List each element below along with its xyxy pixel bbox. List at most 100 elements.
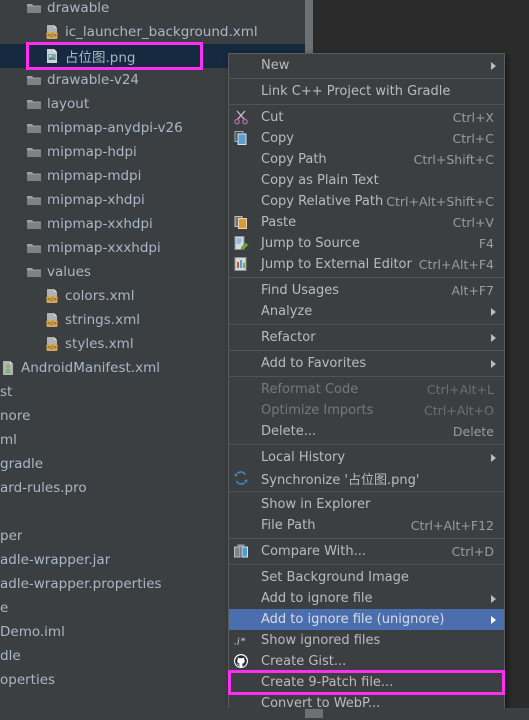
tree-row-label: adle-wrapper.properties <box>0 576 162 592</box>
menu-item-cut[interactable]: Cut Ctrl+X <box>229 107 504 128</box>
menu-item-label: Optimize Imports <box>261 403 374 418</box>
menu-item-file-path[interactable]: File Path Ctrl+Alt+F12 <box>229 515 504 536</box>
menu-item-jump-to-external-editor[interactable]: Jump to External Editor Ctrl+Alt+F4 <box>229 254 504 275</box>
menu-item-label: New <box>261 58 290 73</box>
menu-item-add-to-ignore-file[interactable]: Add to ignore file <box>229 588 504 609</box>
menu-item-label: Jump to External Editor <box>261 257 412 272</box>
tree-row-label: styles.xml <box>65 336 134 352</box>
svg-text:</>: </> <box>47 345 56 351</box>
folder-icon <box>26 240 42 256</box>
menu-item-add-to-favorites[interactable]: Add to Favorites <box>229 353 504 374</box>
menu-item-compare-with[interactable]: Compare With... Ctrl+D <box>229 541 504 562</box>
menu-item-shortcut: F4 <box>478 236 494 251</box>
tree-row-label: Demo.iml <box>0 624 65 640</box>
menu-item-shortcut: Delete <box>452 424 494 439</box>
tree-row-label: ic_launcher_background.xml <box>65 24 258 40</box>
menu-item-local-history[interactable]: Local History <box>229 447 504 468</box>
folder-icon <box>26 96 42 112</box>
folder-icon <box>26 216 42 232</box>
xml-file-icon: </> <box>44 312 60 328</box>
svg-text:.i*: .i* <box>234 636 246 648</box>
folder-icon <box>26 192 42 208</box>
menu-separator <box>229 376 504 377</box>
menu-item-shortcut: Ctrl+Alt+F12 <box>410 518 494 533</box>
tree-row-label: mipmap-xxhdpi <box>47 216 153 232</box>
svg-text:</>: </> <box>47 321 56 327</box>
menu-item-refactor[interactable]: Refactor <box>229 327 504 348</box>
tree-row-label: adle-wrapper.jar <box>0 552 111 568</box>
menu-item-find-usages[interactable]: Find Usages Alt+F7 <box>229 280 504 301</box>
tree-row-label: layout <box>47 96 90 112</box>
menu-item-label: Link C++ Project with Gradle <box>261 84 451 99</box>
menu-item-label: Analyze <box>261 304 313 319</box>
menu-item-label: Jump to Source <box>261 236 360 251</box>
tree-row-label: ml <box>0 432 17 448</box>
menu-item-paste[interactable]: Paste Ctrl+V <box>229 212 504 233</box>
horizontal-scrollbar-area[interactable] <box>0 708 529 720</box>
tree-row-label: mipmap-anydpi-v26 <box>47 120 183 136</box>
menu-item-label: Delete... <box>261 424 317 439</box>
menu-item-create-gist[interactable]: Create Gist... <box>229 651 504 672</box>
menu-item-label: Copy as Plain Text <box>261 173 379 188</box>
menu-item-set-background-image[interactable]: Set Background Image <box>229 567 504 588</box>
paste-icon <box>233 214 249 230</box>
menu-separator <box>229 491 504 492</box>
menu-item-new[interactable]: New <box>229 55 504 76</box>
folder-icon <box>26 144 42 160</box>
tree-row[interactable]: </> ic_launcher_background.xml <box>0 20 305 44</box>
menu-item-link-c-project-with-gradle[interactable]: Link C++ Project with Gradle <box>229 81 504 102</box>
menu-separator <box>229 350 504 351</box>
menu-separator <box>229 78 504 79</box>
menu-item-label: Copy Relative Path <box>261 194 384 209</box>
tree-row-label: nore <box>0 408 31 424</box>
sync-icon <box>233 470 249 486</box>
tree-row-label: AndroidManifest.xml <box>21 360 160 376</box>
menu-item-copy-relative-path[interactable]: Copy Relative Path Ctrl+Alt+Shift+C <box>229 191 504 212</box>
tree-row-label: strings.xml <box>65 312 140 328</box>
copy-icon <box>233 130 249 146</box>
jump-to-source-icon <box>233 235 249 251</box>
ide-window: drawable </> ic_launcher_background.xml 占位图… <box>0 0 529 720</box>
ignored-files-icon: .i* <box>233 632 249 648</box>
menu-item-optimize-imports: Optimize Imports Ctrl+Alt+O <box>229 400 504 421</box>
tree-row[interactable]: drawable <box>0 0 305 20</box>
menu-item-label: Reformat Code <box>261 382 359 397</box>
menu-item-copy[interactable]: Copy Ctrl+C <box>229 128 504 149</box>
svg-text:</>: </> <box>47 297 56 303</box>
menu-item-copy-as-plain-text[interactable]: Copy as Plain Text <box>229 170 504 191</box>
xml-file-icon: </> <box>44 336 60 352</box>
menu-item-create-9-patch-file[interactable]: Create 9-Patch file... <box>229 672 504 693</box>
menu-separator <box>229 277 504 278</box>
tree-row-label: per <box>0 528 23 544</box>
menu-separator <box>229 104 504 105</box>
submenu-arrow-icon <box>491 595 496 603</box>
folder-icon <box>26 168 42 184</box>
menu-item-synchronize-png[interactable]: Synchronize '占位图.png' <box>229 468 504 489</box>
menu-item-label: Add to ignore file (unignore) <box>261 612 445 627</box>
menu-item-label: Cut <box>261 110 284 125</box>
menu-item-add-to-ignore-file-unignore[interactable]: Add to ignore file (unignore) <box>229 609 504 630</box>
folder-icon <box>26 120 42 136</box>
xml-file-icon: </> <box>44 288 60 304</box>
menu-item-label: Copy <box>261 131 294 146</box>
menu-item-analyze[interactable]: Analyze <box>229 301 504 322</box>
tree-row-label: drawable <box>47 0 110 16</box>
menu-item-jump-to-source[interactable]: Jump to Source F4 <box>229 233 504 254</box>
folder-icon <box>26 72 42 88</box>
tree-row-label: gradle <box>0 456 44 472</box>
submenu-arrow-icon <box>491 616 496 624</box>
file-context-menu[interactable]: New Link C++ Project with Gradle Cut Ctrl+X… <box>228 53 505 716</box>
tree-row-label: st <box>0 384 13 400</box>
scissors-icon <box>233 109 249 125</box>
horizontal-scrollbar-thumb[interactable] <box>305 709 323 718</box>
external-editor-icon <box>233 256 249 272</box>
menu-item-delete[interactable]: Delete... Delete <box>229 421 504 442</box>
menu-item-label: Copy Path <box>261 152 327 167</box>
menu-item-show-in-explorer[interactable]: Show in Explorer <box>229 494 504 515</box>
tree-row-label: mipmap-xxxhdpi <box>47 240 161 256</box>
menu-item-label: Compare With... <box>261 544 367 559</box>
menu-item-shortcut: Ctrl+Alt+Shift+C <box>386 194 494 209</box>
menu-item-shortcut: Ctrl+Shift+C <box>413 152 494 167</box>
menu-item-show-ignored-files[interactable]: .i* Show ignored files <box>229 630 504 651</box>
menu-item-copy-path[interactable]: Copy Path Ctrl+Shift+C <box>229 149 504 170</box>
